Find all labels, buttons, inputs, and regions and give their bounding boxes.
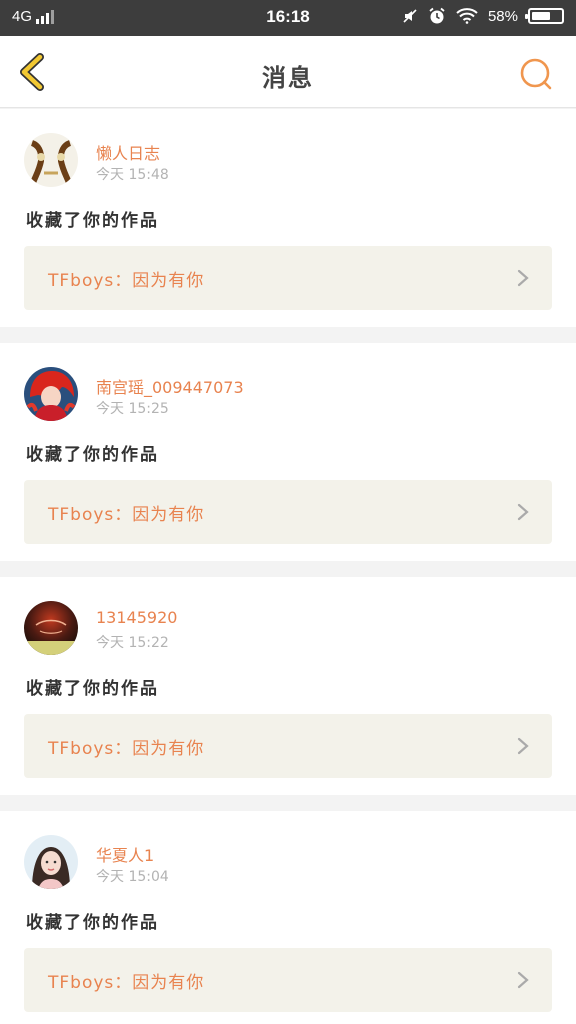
battery-icon <box>525 8 564 24</box>
message-text: 收藏了你的作品 <box>26 445 159 465</box>
message-item: 南宫瑶_009447073 今天 15:25 收藏了你的作品 TFboys：因为… <box>0 343 576 561</box>
message-item: 华夏人1 今天 15:04 收藏了你的作品 TFboys：因为有你 <box>0 811 576 1024</box>
battery-percent: 58% <box>487 7 518 25</box>
work-title: TFboys：因为有你 <box>48 505 205 525</box>
message-text: 收藏了你的作品 <box>26 211 159 231</box>
work-title: TFboys：因为有你 <box>48 271 205 291</box>
status-icons: 58% <box>402 7 564 25</box>
avatar[interactable] <box>24 601 78 655</box>
search-icon[interactable] <box>518 56 554 92</box>
wifi-icon <box>456 8 478 24</box>
sender-name[interactable]: 华夏人1 <box>96 842 154 866</box>
message-item: 懒人日志 今天 15:48 收藏了你的作品 TFboys：因为有你 <box>0 109 576 327</box>
navigation-header: 消息 <box>0 36 576 108</box>
message-time: 今天 15:48 <box>96 167 169 183</box>
message-list: 懒人日志 今天 15:48 收藏了你的作品 TFboys：因为有你 南宫瑶_00… <box>0 109 576 1024</box>
sender-name[interactable]: 13145920 <box>96 608 177 627</box>
alarm-icon <box>429 7 445 24</box>
work-link[interactable]: TFboys：因为有你 <box>24 246 552 310</box>
avatar[interactable] <box>24 835 78 889</box>
work-link[interactable]: TFboys：因为有你 <box>24 948 552 1012</box>
work-title: TFboys：因为有你 <box>48 973 205 993</box>
message-item: 13145920 今天 15:22 收藏了你的作品 TFboys：因为有你 <box>0 577 576 795</box>
mute-icon <box>403 9 417 23</box>
avatar[interactable] <box>24 133 78 187</box>
work-link[interactable]: TFboys：因为有你 <box>24 480 552 544</box>
work-link[interactable]: TFboys：因为有你 <box>24 714 552 778</box>
chevron-right-icon <box>517 269 529 287</box>
page-title: 消息 <box>262 63 314 92</box>
chevron-right-icon <box>517 503 529 521</box>
message-text: 收藏了你的作品 <box>26 913 159 933</box>
chevron-right-icon <box>517 737 529 755</box>
message-time: 今天 15:22 <box>96 635 169 651</box>
message-text: 收藏了你的作品 <box>26 679 159 699</box>
sender-name[interactable]: 懒人日志 <box>96 140 160 164</box>
message-time: 今天 15:25 <box>96 401 169 417</box>
status-bar: 4G 16:18 58% <box>0 0 576 36</box>
chevron-right-icon <box>517 971 529 989</box>
avatar[interactable] <box>24 367 78 421</box>
work-title: TFboys：因为有你 <box>48 739 205 759</box>
sender-name[interactable]: 南宫瑶_009447073 <box>96 374 244 398</box>
message-time: 今天 15:04 <box>96 869 169 885</box>
